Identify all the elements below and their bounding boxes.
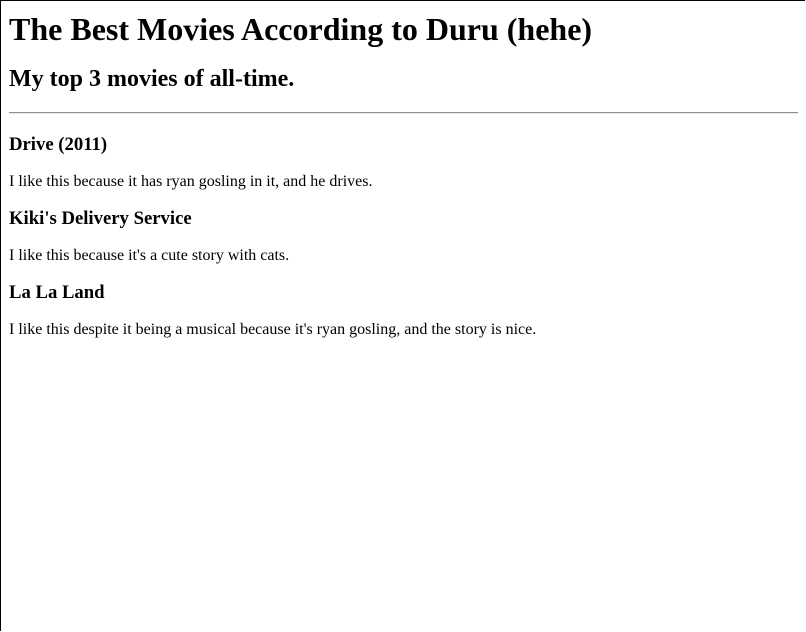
- movie-title: Kiki's Delivery Service: [9, 208, 192, 229]
- movie-entry-drive: Drive (2011) I like this because it has …: [9, 134, 798, 191]
- movie-title: Drive (2011): [9, 134, 108, 155]
- movie-title: La La Land: [9, 282, 105, 303]
- page-subtitle: My top 3 movies of all-time.: [9, 66, 295, 92]
- page-content: The Best Movies According to Duru (hehe)…: [1, 11, 805, 339]
- movie-description: I like this because it has ryan gosling …: [9, 173, 373, 190]
- page-frame: The Best Movies According to Duru (hehe)…: [0, 0, 805, 631]
- page-title: The Best Movies According to Duru (hehe): [9, 11, 593, 47]
- movie-description: I like this because it's a cute story wi…: [9, 247, 290, 264]
- horizontal-divider: [9, 112, 798, 114]
- movie-entry-kikis-delivery-service: Kiki's Delivery Service I like this beca…: [9, 208, 798, 265]
- movie-description: I like this despite it being a musical b…: [9, 321, 537, 338]
- movie-entry-la-la-land: La La Land I like this despite it being …: [9, 282, 798, 339]
